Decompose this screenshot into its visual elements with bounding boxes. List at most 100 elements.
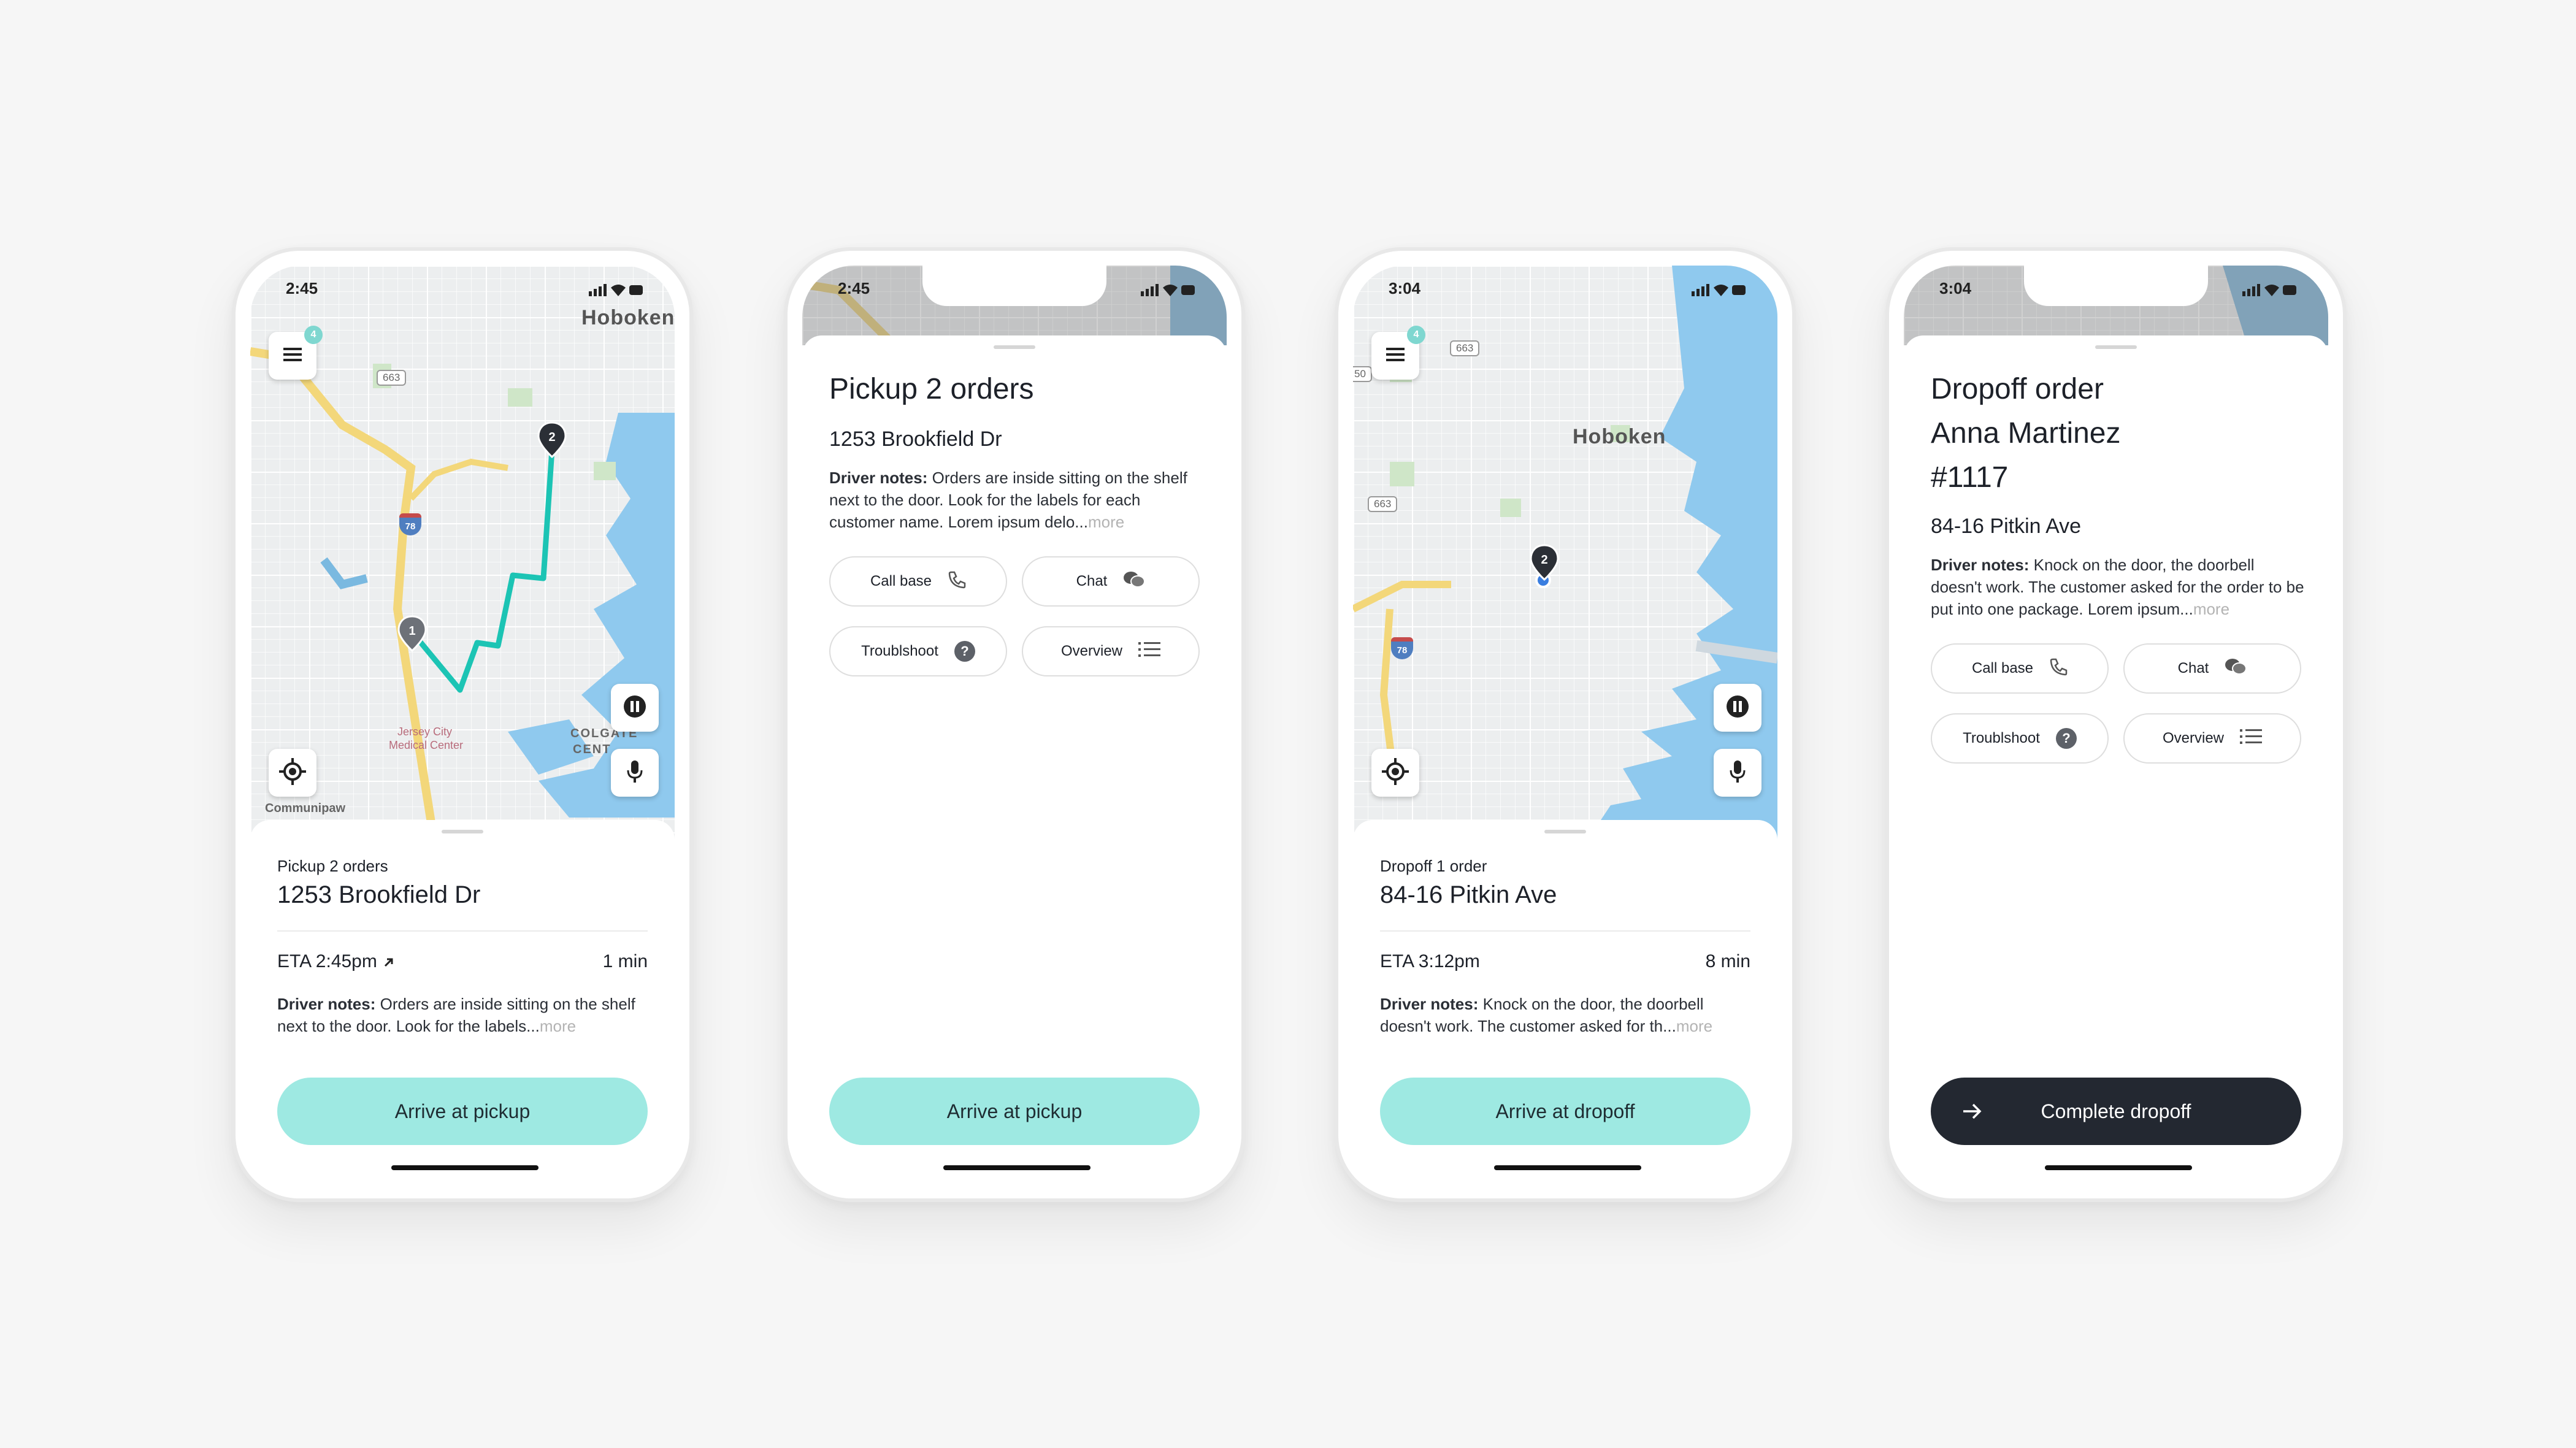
map-city-label: Hoboken: [581, 306, 675, 329]
sheet-title: Pickup 2 orders: [829, 373, 1034, 405]
menu-button[interactable]: 4: [1371, 326, 1425, 380]
bottom-sheet[interactable]: Dropoff 1 order 84-16 Pitkin Ave ETA 3:1…: [1353, 820, 1777, 1184]
troubleshoot-label: Troublshoot: [861, 643, 938, 659]
arrive-at-dropoff-button[interactable]: Arrive at dropoff: [1380, 1078, 1750, 1145]
troubleshoot-button[interactable]: Troublshoot ?: [829, 626, 1007, 676]
detail-sheet[interactable]: Pickup 2 orders 1253 Brookfield Dr Drive…: [802, 335, 1227, 1184]
sheet-grabber[interactable]: [1544, 830, 1586, 833]
pause-button[interactable]: [1714, 684, 1761, 732]
status-time: 3:04: [1939, 279, 1972, 297]
recenter-button[interactable]: [1371, 749, 1419, 797]
phone-1: Hoboken 663 78 Jersey City Medical Cente…: [232, 247, 693, 1202]
microphone-button[interactable]: [611, 749, 659, 797]
interstate-shield-78: 78: [399, 513, 421, 535]
customer-name: Anna Martinez: [1931, 417, 2121, 450]
detail-sheet[interactable]: Dropoff order Anna Martinez #1117 84-16 …: [1904, 335, 2328, 1184]
driver-notes: Driver notes: Knock on the door, the doo…: [1931, 554, 2305, 620]
pin-number: 2: [1541, 553, 1547, 567]
chat-button[interactable]: Chat: [1022, 556, 1200, 607]
area-label-bottom: Communipaw: [265, 802, 346, 815]
eta-text: ETA 2:45pm: [277, 951, 377, 971]
complete-dropoff-button[interactable]: Complete dropoff: [1931, 1078, 2301, 1145]
phone-2: 2:45 Pickup 2 orders 1253 Brookfield Dr …: [784, 247, 1245, 1202]
status-bar: 3:04: [1904, 279, 2328, 301]
status-bar: 2:45: [250, 279, 675, 301]
call-base-label: Call base: [1971, 660, 2034, 676]
notification-badge: 4: [1407, 326, 1425, 344]
bottom-sheet[interactable]: Pickup 2 orders 1253 Brookfield Dr ETA 2…: [250, 820, 675, 1184]
status-icons: [1692, 283, 1747, 301]
screen: 2:45 Pickup 2 orders 1253 Brookfield Dr …: [802, 266, 1227, 1184]
map-city-label: Hoboken: [1573, 425, 1666, 448]
crosshair-icon: [279, 757, 306, 788]
sheet-address: 1253 Brookfield Dr: [277, 881, 481, 908]
sheet-address: 1253 Brookfield Dr: [829, 427, 1002, 451]
map-pin-2[interactable]: 2: [536, 421, 568, 461]
order-number: #1117: [1931, 461, 2009, 494]
status-icons: [589, 283, 644, 301]
sheet-address: 84-16 Pitkin Ave: [1931, 515, 2082, 538]
sheet-title: Dropoff order: [1931, 373, 2104, 405]
home-indicator: [1494, 1165, 1641, 1170]
sheet-grabber[interactable]: [442, 830, 483, 833]
hospital-label: Jersey City: [397, 726, 453, 738]
status-icons: [2242, 283, 2298, 301]
pause-icon: [623, 694, 647, 722]
screen: Hoboken 663 78 Jersey City Medical Cente…: [250, 266, 675, 1184]
phone-3: Hoboken 663 50 663 78 2 3:04 4 Dropoff 1…: [1335, 247, 1796, 1202]
arrive-at-pickup-button[interactable]: Arrive at pickup: [829, 1078, 1200, 1145]
chat-button[interactable]: Chat: [2123, 643, 2301, 694]
call-base-label: Call base: [870, 573, 932, 589]
highway-shield-663: 663: [377, 370, 407, 386]
overview-label: Overview: [2162, 730, 2225, 746]
driver-notes: Driver notes: Orders are inside sitting …: [277, 993, 651, 1037]
menu-button[interactable]: 4: [269, 326, 323, 380]
sheet-grabber[interactable]: [2095, 345, 2137, 349]
notes-more-link[interactable]: more: [1676, 1017, 1712, 1035]
interstate-shield-78: 78: [1391, 637, 1413, 659]
driver-notes: Driver notes: Knock on the door, the doo…: [1380, 993, 1754, 1037]
pause-button[interactable]: [611, 684, 659, 732]
notes-more-link[interactable]: more: [540, 1017, 576, 1035]
highway-shield-50: 50: [1353, 366, 1372, 382]
troubleshoot-button[interactable]: Troublshoot ?: [1931, 713, 2109, 764]
screen: 3:04 Dropoff order Anna Martinez #1117 8…: [1904, 266, 2328, 1184]
status-time: 2:45: [286, 279, 318, 297]
recenter-button[interactable]: [269, 749, 316, 797]
notification-badge: 4: [304, 326, 323, 344]
eta-text: ETA 3:12pm: [1380, 951, 1480, 971]
phone-icon: [948, 570, 966, 593]
map-pin-2[interactable]: 2: [1528, 544, 1560, 583]
sheet-subtitle: Dropoff 1 order: [1380, 857, 1487, 875]
divider: [277, 930, 648, 932]
home-indicator: [2045, 1165, 2192, 1170]
troubleshoot-label: Troublshoot: [1963, 730, 2040, 746]
microphone-icon: [626, 759, 644, 787]
phone-icon: [2049, 657, 2068, 680]
microphone-icon: [1728, 759, 1747, 787]
status-time: 2:45: [838, 279, 870, 297]
hospital-label-2: Medical Center: [389, 739, 464, 751]
status-bar: 3:04: [1353, 279, 1777, 301]
overview-button[interactable]: Overview: [1022, 626, 1200, 676]
driver-notes: Driver notes: Orders are inside sitting …: [829, 467, 1203, 533]
eta-minutes: 8 min: [1705, 951, 1750, 971]
microphone-button[interactable]: [1714, 749, 1761, 797]
chat-bubbles-icon: [2225, 657, 2247, 680]
eta-minutes: 1 min: [602, 951, 648, 971]
question-icon: ?: [954, 641, 975, 662]
notes-more-link[interactable]: more: [1088, 513, 1124, 531]
call-base-button[interactable]: Call base: [829, 556, 1007, 607]
map-pin-1[interactable]: 1: [396, 615, 428, 654]
arrow-right-icon: [1961, 1101, 1982, 1127]
question-icon: ?: [2055, 728, 2077, 749]
complete-dropoff-label: Complete dropoff: [2041, 1100, 2191, 1122]
sheet-grabber[interactable]: [994, 345, 1035, 349]
overview-button[interactable]: Overview: [2123, 713, 2301, 764]
arrive-at-pickup-button[interactable]: Arrive at pickup: [277, 1078, 648, 1145]
chat-bubbles-icon: [1123, 570, 1146, 593]
notes-label: Driver notes:: [1380, 995, 1479, 1013]
status-icons: [1141, 283, 1196, 301]
notes-more-link[interactable]: more: [2193, 600, 2229, 618]
call-base-button[interactable]: Call base: [1931, 643, 2109, 694]
